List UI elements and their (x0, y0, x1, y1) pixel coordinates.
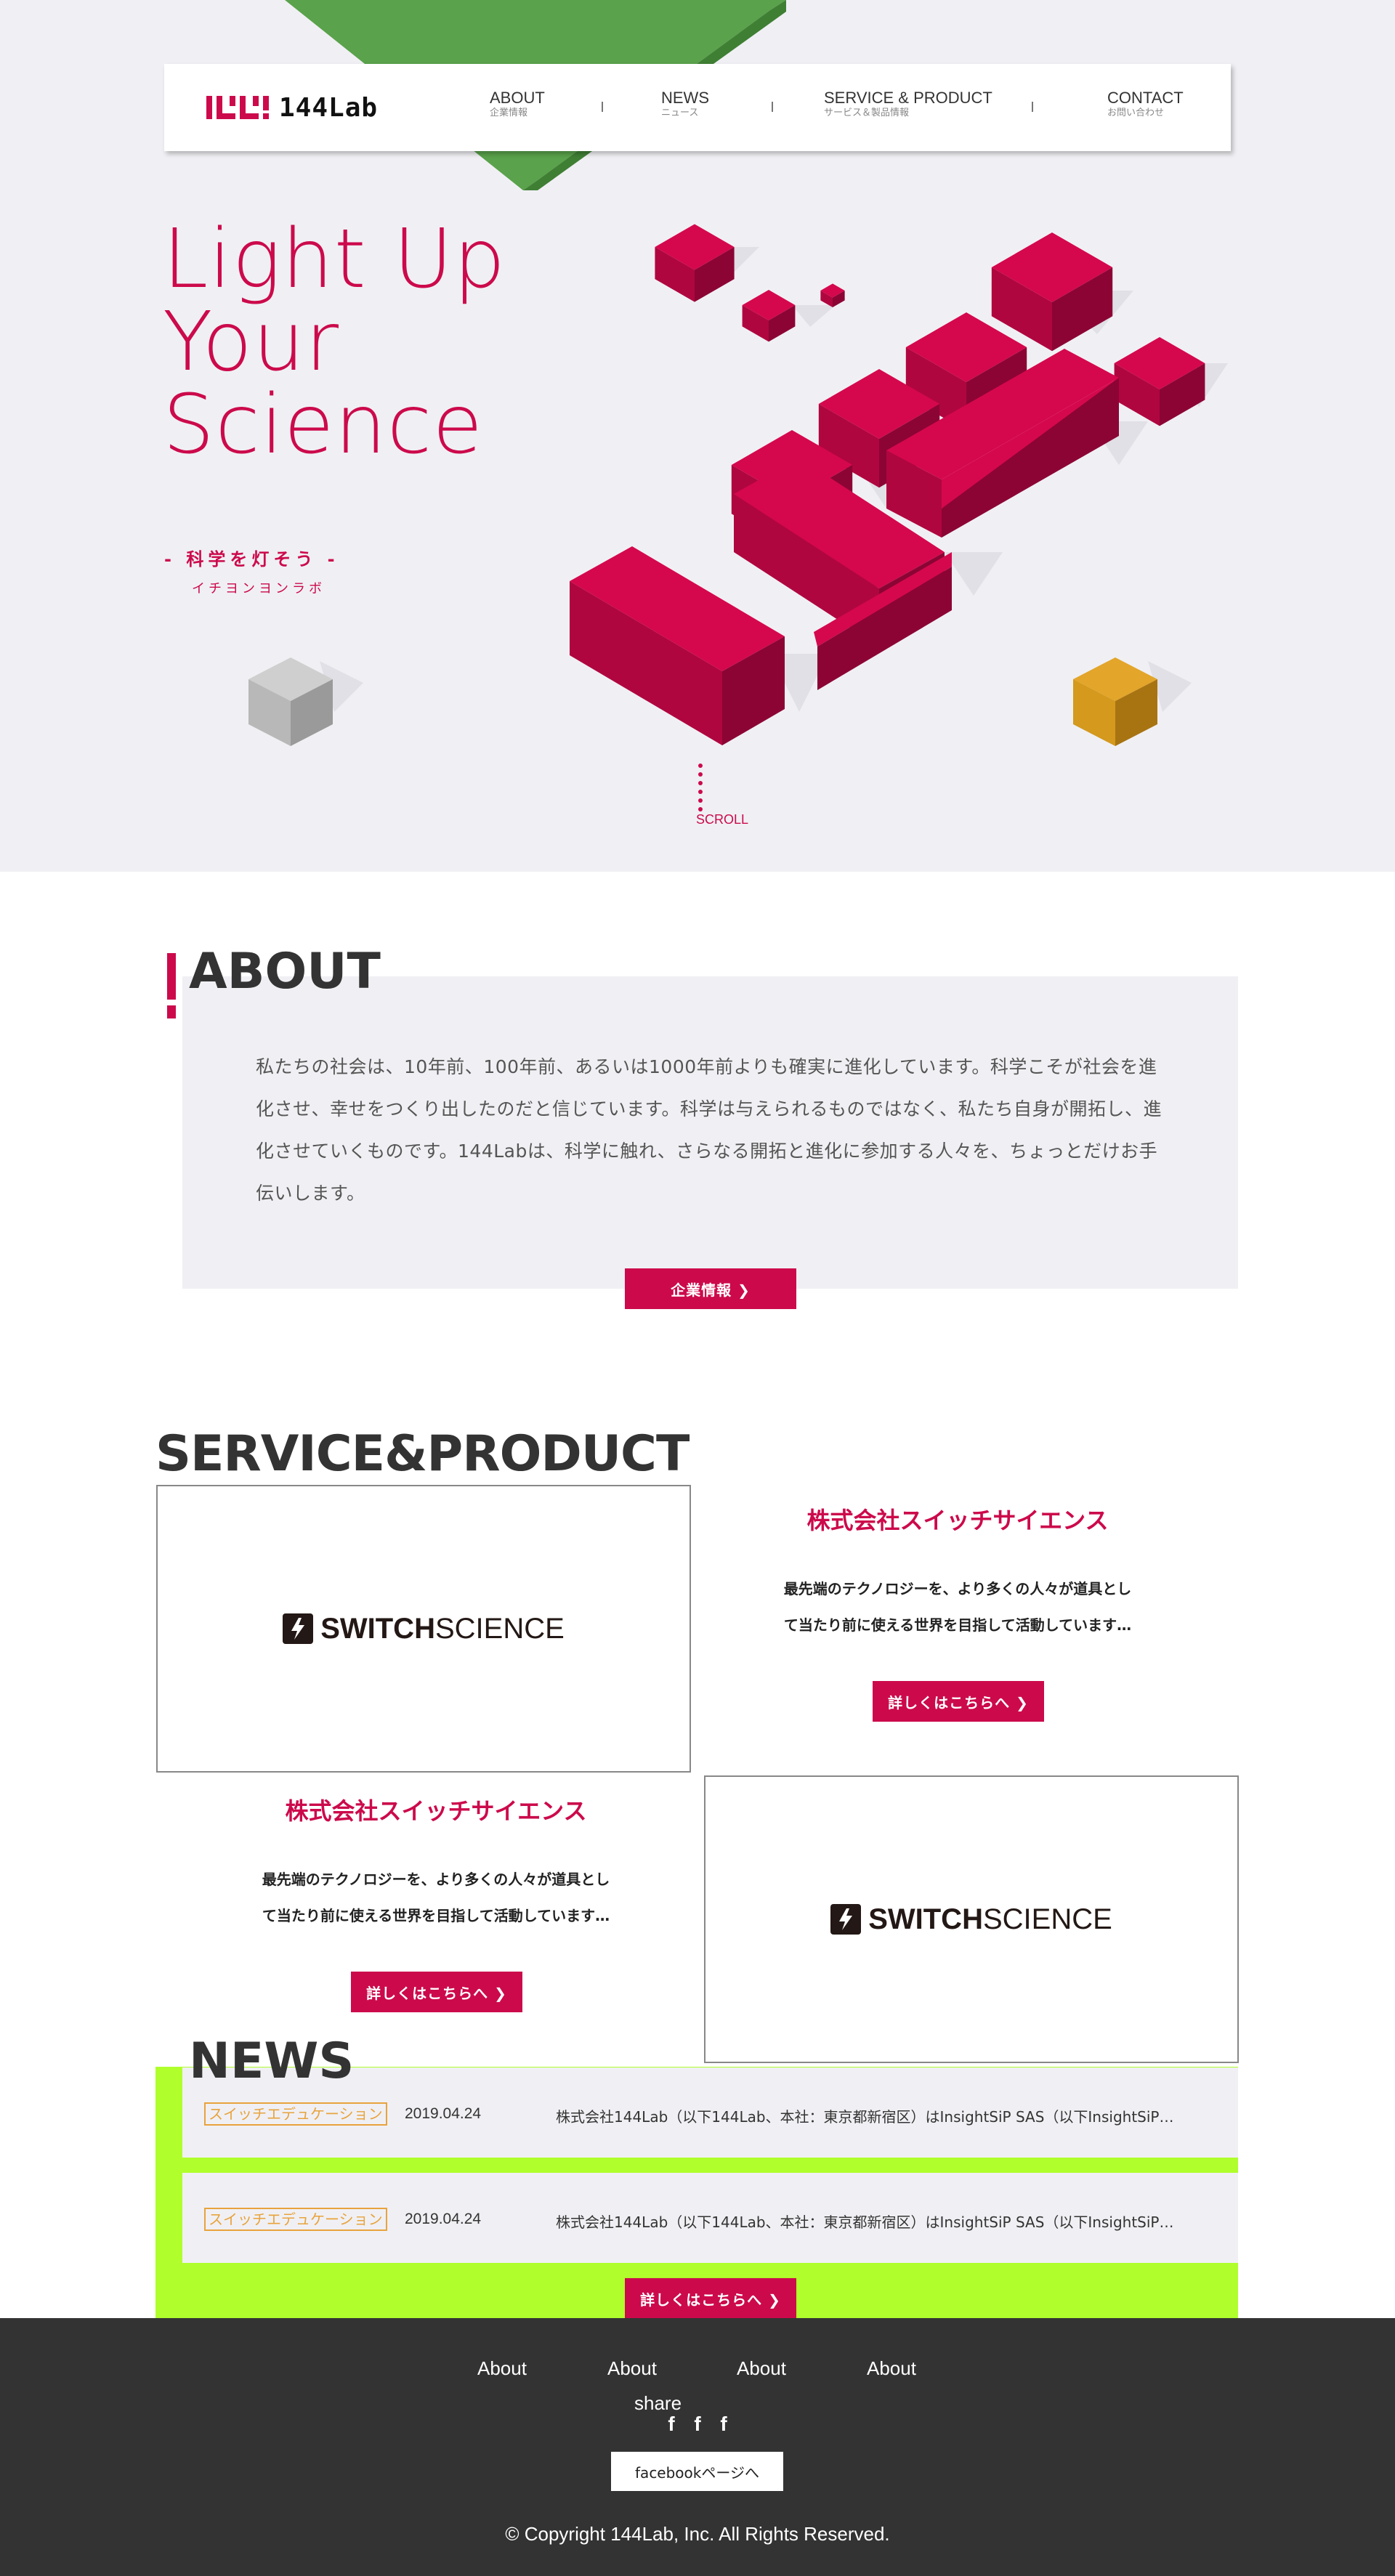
service-description-line: て当たり前に使える世界を目指して活動しています… (783, 1616, 1132, 1634)
news-category-tag[interactable]: スイッチエデュケーション (204, 2208, 387, 2231)
news-heading: NEWS (189, 2033, 355, 2090)
service-details-button[interactable]: 詳しくはこちらへ ❯ (351, 1972, 522, 2012)
service-description: 最先端のテクノロジーを、より多くの人々が道具とし て当たり前に使える世界を目指し… (690, 1571, 1225, 1643)
service-description: 最先端のテクノロジーを、より多くの人々が道具とし て当たり前に使える世界を目指し… (169, 1861, 703, 1934)
about-accent-gap (167, 1000, 176, 1005)
nav-divider (1032, 102, 1033, 112)
switch-science-logo-icon (283, 1613, 314, 1644)
nav-about[interactable]: ABOUT 企業情報 (490, 90, 545, 118)
switch-science-logo-icon (830, 1904, 862, 1935)
service-details-button[interactable]: 詳しくはこちらへ ❯ (873, 1681, 1044, 1722)
scroll-indicator[interactable]: SCROLL (696, 812, 748, 827)
nav-news-sublabel: ニュース (661, 108, 699, 118)
nav-contact-sublabel: お問い合わせ (1107, 108, 1165, 118)
nav-contact[interactable]: CONTACT お問い合わせ (1107, 90, 1184, 118)
logo-word-light: SCIENCE (434, 1612, 565, 1645)
nav-about-sublabel: 企業情報 (490, 108, 528, 118)
logo-word-light: SCIENCE (982, 1903, 1112, 1935)
facebook-page-button[interactable]: facebookページへ (611, 2452, 783, 2491)
service-logo-card[interactable]: SWITCHSCIENCE (704, 1775, 1239, 2063)
about-text: 私たちの社会は、10年前、100年前、あるいは1000年前よりも確実に進化してい… (256, 1056, 1162, 1204)
hero-section: 144Lab ABOUT 企業情報 NEWS ニュース SERVICE & PR… (0, 0, 1395, 872)
copyright: © Copyright 144Lab, Inc. All Rights Rese… (505, 2523, 890, 2545)
about-heading: ABOUT (189, 943, 381, 1000)
footer-link-about[interactable]: About (737, 2357, 786, 2380)
service-description-line: て当たり前に使える世界を目指して活動しています… (262, 1907, 610, 1924)
nav-about-label: ABOUT (490, 89, 545, 107)
news-category-tag[interactable]: スイッチエデュケーション (204, 2102, 387, 2126)
hero-reading: イチヨンヨンラボ (192, 581, 326, 596)
news-headline[interactable]: 株式会社144Lab（以下144Lab、本社：東京都新宿区）はInsightSi… (556, 2105, 1181, 2126)
hero-title: Light Up Your Science (163, 212, 506, 472)
nav-service-product[interactable]: SERVICE & PRODUCT サービス＆製品情報 (824, 90, 992, 118)
news-headline[interactable]: 株式会社144Lab（以下144Lab、本社：東京都新宿区）はInsightSi… (556, 2211, 1181, 2232)
company-info-button[interactable]: 企業情報 ❯ (625, 1268, 796, 1309)
news-more-button[interactable]: 詳しくはこちらへ ❯ (625, 2278, 796, 2319)
nav-news[interactable]: NEWS ニュース (661, 90, 709, 118)
switch-science-logo: SWITCHSCIENCE (283, 1613, 565, 1645)
news-item[interactable]: スイッチエデュケーション 2019.04.24 株式会社144Lab（以下144… (182, 2173, 1238, 2263)
nav-service-sublabel: サービス＆製品情報 (824, 108, 910, 118)
switch-science-logo: SWITCHSCIENCE (830, 1903, 1112, 1936)
nav-divider (602, 102, 603, 112)
service-name: 株式会社スイッチサイエンス (285, 1797, 587, 1825)
footer-link-about[interactable]: About (607, 2357, 657, 2380)
footer-link-about[interactable]: About (867, 2357, 916, 2380)
service-description-line: 最先端のテクノロジーを、より多くの人々が道具とし (262, 1871, 610, 1888)
nav-news-label: NEWS (661, 89, 709, 107)
footer-link-about[interactable]: About (477, 2357, 527, 2380)
about-accent-bar (167, 953, 176, 1018)
site-footer: About About About About share f f f face… (0, 2318, 1395, 2576)
service-logo-card[interactable]: SWITCHSCIENCE (156, 1485, 691, 1773)
news-date: 2019.04.24 (405, 2105, 482, 2122)
logo-word-bold: SWITCH (320, 1612, 435, 1645)
main-nav: ABOUT 企業情報 NEWS ニュース SERVICE & PRODUCT サ… (164, 64, 1231, 151)
share-label: share (634, 2392, 682, 2414)
facebook-icon[interactable]: f (665, 2413, 678, 2436)
logo-word-bold: SWITCH (868, 1903, 983, 1935)
service-description-line: 最先端のテクノロジーを、より多くの人々が道具とし (783, 1580, 1132, 1597)
service-name: 株式会社スイッチサイエンス (806, 1507, 1109, 1534)
facebook-icon[interactable]: f (717, 2413, 730, 2436)
news-date: 2019.04.24 (405, 2211, 482, 2227)
nav-contact-label: CONTACT (1107, 89, 1184, 107)
service-heading: SERVICE&PRODUCT (155, 1425, 690, 1483)
nav-service-label: SERVICE & PRODUCT (824, 89, 992, 107)
site-header: 144Lab ABOUT 企業情報 NEWS ニュース SERVICE & PR… (164, 64, 1231, 151)
share-icons: f f f (665, 2413, 730, 2436)
hero-subtitle: - 科学を灯そう - (164, 549, 339, 570)
facebook-icon[interactable]: f (691, 2413, 704, 2436)
nav-divider (772, 102, 773, 112)
